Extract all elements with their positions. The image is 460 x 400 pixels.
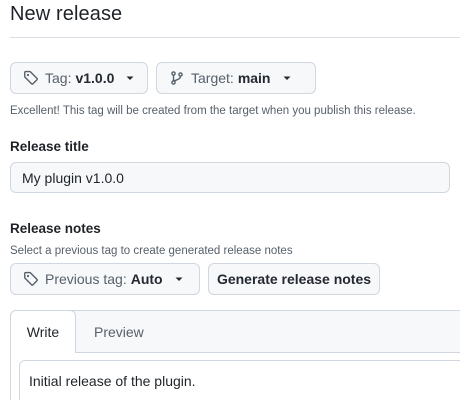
release-title-input[interactable]: My plugin v1.0.0 xyxy=(10,162,450,193)
target-select-button[interactable]: Target: main xyxy=(156,62,316,94)
target-value: main xyxy=(237,70,271,86)
release-notes-editor: Write Preview Initial release of the plu… xyxy=(10,310,460,400)
git-branch-icon xyxy=(169,70,185,86)
tab-write[interactable]: Write xyxy=(10,310,76,353)
tag-value: v1.0.0 xyxy=(75,70,115,86)
tag-icon xyxy=(23,70,39,86)
caret-down-icon xyxy=(281,72,293,84)
tab-preview[interactable]: Preview xyxy=(94,311,144,353)
generate-release-notes-button[interactable]: Generate release notes xyxy=(208,263,380,295)
page-title: New release xyxy=(10,3,123,25)
caret-down-icon xyxy=(124,72,136,84)
header-divider xyxy=(10,37,460,38)
release-form: New release Tag: v1.0.0 Target: main Exc… xyxy=(0,0,460,400)
write-panel: Initial release of the plugin. xyxy=(11,353,460,400)
release-title-label: Release title xyxy=(10,139,89,154)
tag-icon xyxy=(23,271,39,287)
tag-label: Tag: xyxy=(45,70,72,86)
previous-tag-select-button[interactable]: Previous tag: Auto xyxy=(10,263,200,295)
caret-down-icon xyxy=(173,273,185,285)
release-notes-label: Release notes xyxy=(10,221,101,236)
tag-select-button[interactable]: Tag: v1.0.0 xyxy=(10,62,148,94)
target-label: Target: xyxy=(191,70,234,86)
release-notes-hint: Select a previous tag to create generate… xyxy=(10,245,293,257)
tag-hint: Excellent! This tag will be created from… xyxy=(10,105,416,117)
release-notes-textarea[interactable]: Initial release of the plugin. xyxy=(19,360,460,400)
previous-tag-value: Auto xyxy=(130,271,163,287)
previous-tag-label: Previous tag: xyxy=(45,271,127,287)
